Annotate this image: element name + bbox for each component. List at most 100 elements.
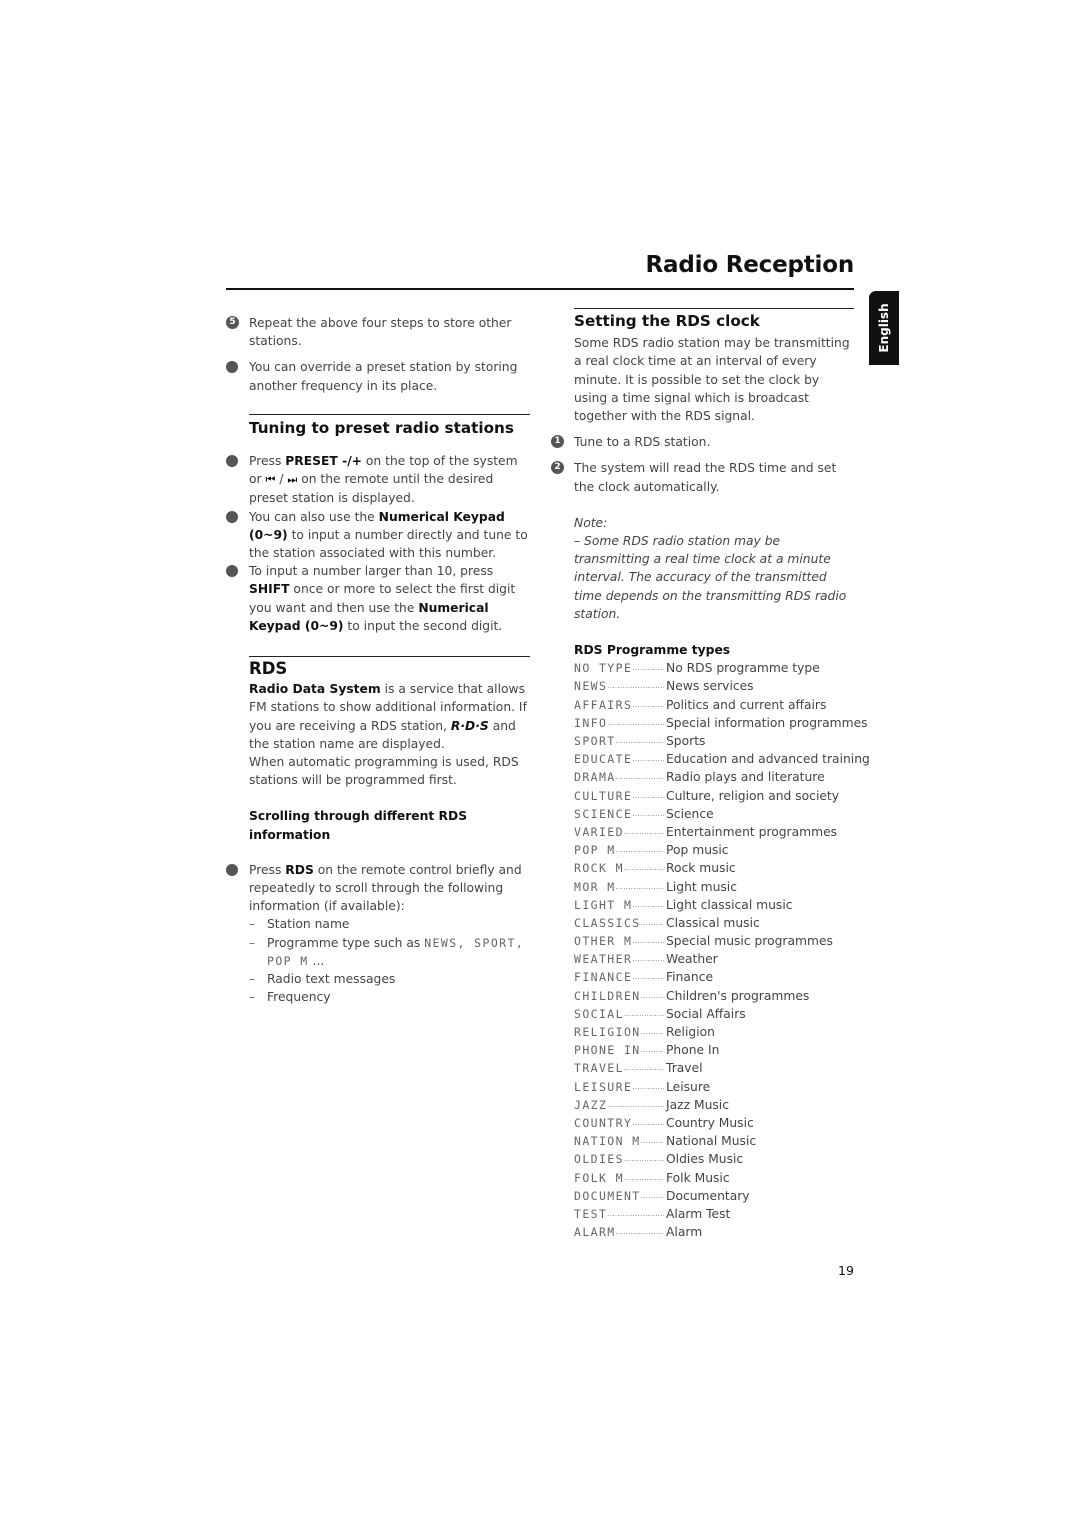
programme-description: Special music programmes bbox=[666, 934, 833, 949]
programme-description: Politics and current affairs bbox=[666, 697, 827, 712]
bullet-icon bbox=[226, 510, 238, 523]
text: / bbox=[275, 472, 288, 487]
programme-code: VARIED bbox=[574, 824, 624, 839]
leader-dots: ........................................ bbox=[632, 937, 664, 946]
programme-code: MOR M bbox=[574, 879, 616, 894]
leader-dots: ........................................ bbox=[640, 991, 664, 1000]
programme-code-cell: ALARM ..................................… bbox=[574, 1223, 664, 1241]
rds-key-label: RDS bbox=[285, 862, 314, 877]
programme-code-cell: POP M ..................................… bbox=[574, 841, 664, 859]
clock-step-2: 2 The system will read the RDS time and … bbox=[551, 459, 854, 495]
programme-code: TEST bbox=[574, 1206, 608, 1221]
leader-dots: ........................................ bbox=[623, 1064, 664, 1073]
programme-type-row: NATION M ...............................… bbox=[574, 1132, 854, 1150]
programme-type-row: TEST ...................................… bbox=[574, 1205, 854, 1223]
programme-code: LIGHT M bbox=[574, 897, 633, 912]
leader-dots: ........................................ bbox=[632, 791, 664, 800]
programme-code: TRAVEL bbox=[574, 1061, 624, 1076]
programme-type-row: INFO ...................................… bbox=[574, 714, 868, 732]
leader-dots: ........................................ bbox=[615, 737, 664, 745]
scroll-bullet: Press RDS on the remote control briefly … bbox=[226, 861, 530, 1007]
programme-code: LEISURE bbox=[574, 1079, 633, 1094]
programme-type-row: DOCUMENT ...............................… bbox=[574, 1187, 854, 1205]
programme-type-row: JAZZ ...................................… bbox=[574, 1096, 854, 1114]
leader-dots: ........................................ bbox=[623, 827, 664, 836]
rds-heading: RDS bbox=[249, 659, 288, 679]
programme-description: News services bbox=[666, 679, 754, 694]
programme-code: POP M bbox=[574, 843, 616, 858]
text: ... bbox=[308, 953, 325, 968]
leader-dots: ........................................ bbox=[632, 900, 664, 909]
programme-description: National Music bbox=[666, 1134, 757, 1149]
programme-code-cell: CLASSICS ...............................… bbox=[574, 914, 664, 932]
programme-description: Sports bbox=[666, 734, 706, 748]
programme-code-cell: NO TYPE ................................… bbox=[574, 659, 664, 677]
leader-dots: ........................................ bbox=[632, 955, 664, 964]
programme-description: Alarm Test bbox=[666, 1206, 731, 1221]
programme-code-cell: SPORT ..................................… bbox=[574, 732, 664, 750]
programme-code: DRAMA bbox=[574, 770, 616, 785]
programme-code-cell: LEISURE ................................… bbox=[574, 1078, 664, 1096]
programme-type-row: MOR M ..................................… bbox=[574, 878, 854, 896]
programme-description: Documentary bbox=[666, 1188, 750, 1203]
programme-type-row: LIGHT M ................................… bbox=[574, 896, 854, 914]
step-text: The system will read the RDS time and se… bbox=[574, 461, 837, 494]
leader-dots: ........................................ bbox=[623, 864, 664, 873]
programme-description: Children's programmes bbox=[666, 988, 810, 1003]
programme-type-row: POP M ..................................… bbox=[574, 841, 854, 859]
programme-code-cell: SCIENCE ................................… bbox=[574, 805, 664, 823]
programme-code: SCIENCE bbox=[574, 806, 633, 821]
programme-code-cell: AFFAIRS ................................… bbox=[574, 696, 664, 714]
leader-dots: ........................................ bbox=[640, 918, 664, 927]
leader-dots: ........................................ bbox=[615, 846, 664, 855]
leader-dots: ........................................ bbox=[632, 809, 664, 818]
programme-description: Culture, religion and society bbox=[666, 788, 840, 803]
tuning-bullet-3: To input a number larger than 10, press … bbox=[226, 562, 530, 635]
programme-code: FOLK M bbox=[574, 1170, 624, 1185]
programme-type-row: LEISURE ................................… bbox=[574, 1078, 854, 1096]
programme-description: Radio plays and literature bbox=[666, 770, 825, 785]
programme-type-row: AFFAIRS ................................… bbox=[574, 696, 854, 714]
leader-dots: ........................................ bbox=[632, 1118, 664, 1127]
leader-dots: ........................................ bbox=[607, 1209, 664, 1218]
programme-description: Oldies Music bbox=[666, 1152, 744, 1167]
programme-description: Pop music bbox=[666, 843, 729, 858]
programme-code-cell: INFO ...................................… bbox=[574, 714, 664, 732]
programme-type-row: FINANCE ................................… bbox=[574, 968, 854, 986]
note-label: Note: bbox=[574, 515, 608, 530]
leader-dots: ........................................ bbox=[640, 1028, 664, 1036]
programme-type-row: OTHER M ................................… bbox=[574, 932, 854, 950]
leader-dots: ........................................ bbox=[607, 718, 664, 727]
programme-code: INFO bbox=[574, 715, 608, 730]
bullet-icon bbox=[226, 455, 238, 468]
programme-code: CLASSICS bbox=[574, 915, 641, 930]
programme-code: COUNTRY bbox=[574, 1115, 633, 1130]
step-text: Tune to a RDS station. bbox=[574, 435, 711, 450]
programme-type-row: CHILDREN ...............................… bbox=[574, 987, 854, 1005]
programme-description: Country Music bbox=[666, 1115, 754, 1130]
programme-code: CULTURE bbox=[574, 788, 633, 803]
programme-description: Travel bbox=[666, 1061, 703, 1076]
programme-description: Leisure bbox=[666, 1079, 711, 1094]
override-bullet: You can override a preset station by sto… bbox=[226, 358, 530, 394]
programme-description: Science bbox=[666, 806, 714, 821]
text: Station name bbox=[267, 917, 350, 932]
text: Press bbox=[249, 862, 286, 877]
programme-code: RELIGION bbox=[574, 1025, 641, 1039]
step-number-icon: 2 bbox=[551, 461, 564, 475]
header-rule bbox=[226, 288, 854, 290]
programme-description: Social Affairs bbox=[666, 1006, 746, 1021]
programme-code-cell: TEST ...................................… bbox=[574, 1205, 664, 1223]
leader-dots: ........................................ bbox=[640, 1191, 664, 1200]
programme-code: EDUCATE bbox=[574, 752, 633, 767]
programme-type-row: SPORT ..................................… bbox=[574, 732, 854, 750]
preset-key-label: PRESET -/+ bbox=[285, 454, 362, 469]
scroll-list-item: Programme type such as NEWS, SPORT, POP … bbox=[249, 934, 530, 970]
language-tab: English bbox=[869, 291, 899, 365]
programme-code: ROCK M bbox=[574, 861, 624, 876]
leader-dots: ........................................ bbox=[640, 1137, 664, 1146]
programme-code-cell: EDUCATE ................................… bbox=[574, 750, 664, 768]
programme-type-row: NEWS ...................................… bbox=[574, 677, 854, 695]
programme-types-list: NO TYPE ................................… bbox=[574, 659, 870, 1241]
section-rule bbox=[574, 308, 854, 309]
